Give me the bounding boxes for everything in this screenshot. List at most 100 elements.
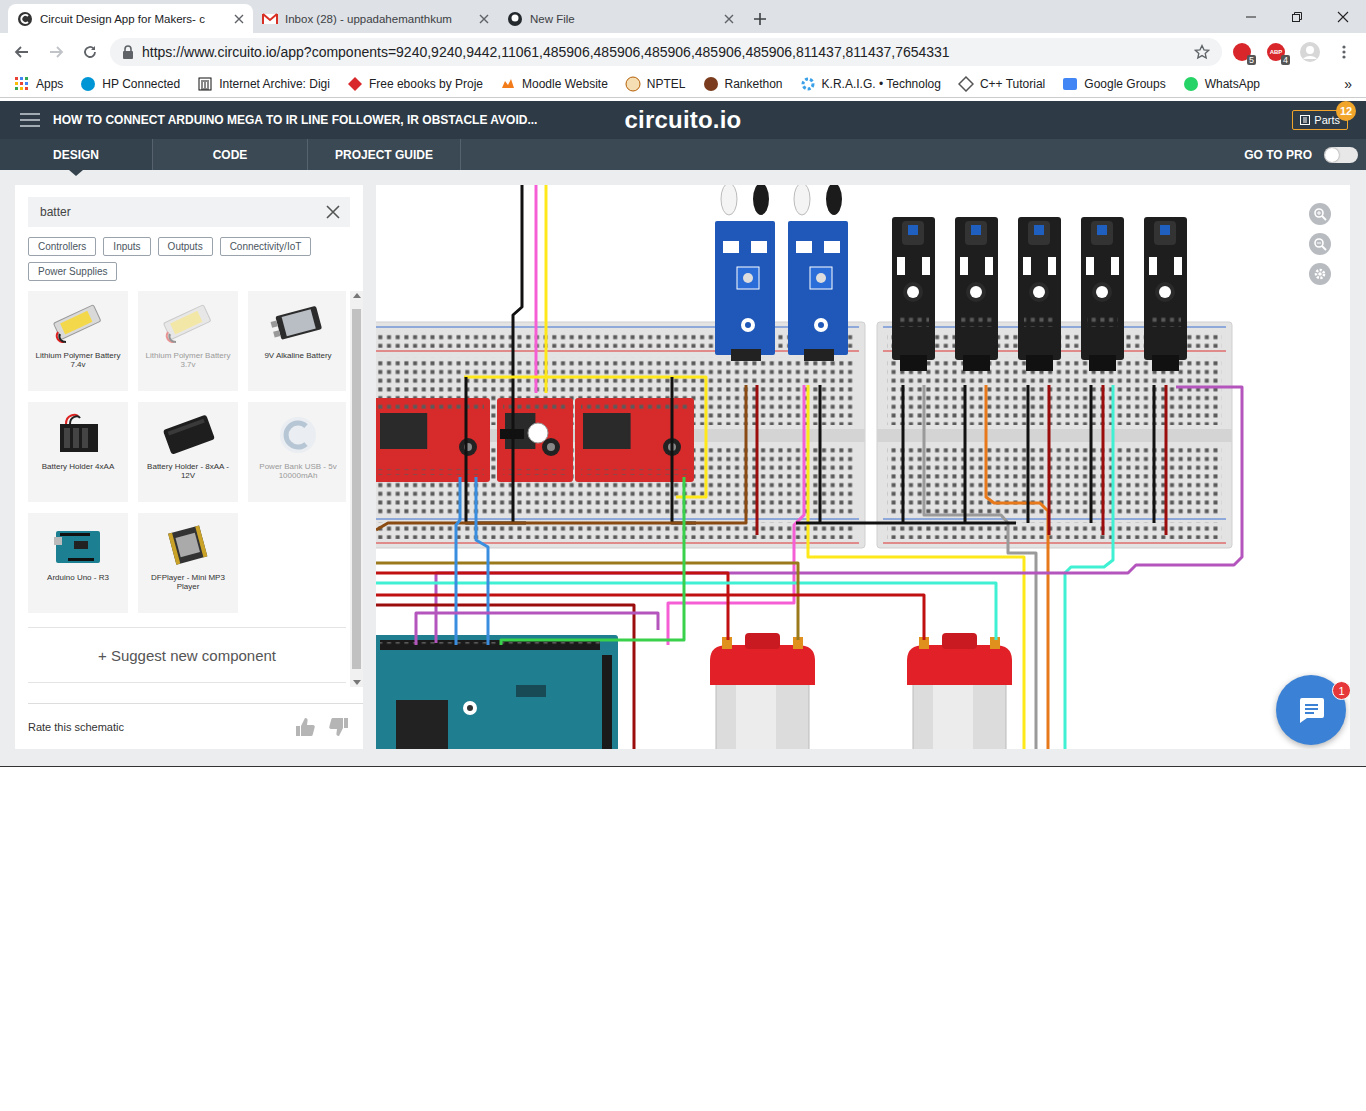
wire[interactable] — [416, 613, 658, 645]
wire[interactable] — [1090, 385, 1093, 523]
clear-icon[interactable] — [326, 205, 340, 219]
bookmark-icon[interactable] — [958, 76, 974, 92]
back-icon[interactable] — [14, 44, 30, 60]
filter-chip[interactable]: Controllers — [28, 237, 96, 256]
search-field[interactable]: batter — [28, 197, 350, 227]
more-bookmarks[interactable]: » — [1344, 76, 1352, 92]
hamburger-icon[interactable] — [20, 113, 40, 127]
wire[interactable] — [513, 185, 522, 523]
bookmark-label[interactable]: Google Groups — [1084, 77, 1165, 91]
bookmark-label[interactable]: HP Connected — [102, 77, 180, 91]
go-to-pro-label[interactable]: GO TO PRO — [1244, 148, 1312, 162]
component-image-icon[interactable] — [158, 299, 218, 349]
bookmark-icon[interactable] — [1062, 76, 1078, 92]
bookmark-label[interactable]: K.R.A.I.G. • Technolog — [822, 77, 941, 91]
wire[interactable] — [808, 385, 1024, 749]
nav-tab[interactable]: PROJECT GUIDE — [308, 139, 461, 170]
filter-chip[interactable]: Connectivity/IoT — [220, 237, 312, 256]
wire[interactable] — [1153, 385, 1156, 523]
bookmark-label[interactable]: NPTEL — [647, 77, 686, 91]
nav-button[interactable] — [42, 38, 70, 66]
tab-title[interactable]: Inbox (28) - uppadahemanthkum — [285, 13, 472, 25]
new-tab-button[interactable] — [743, 4, 777, 33]
nav-tab-label[interactable]: CODE — [213, 148, 248, 162]
gear-icon[interactable] — [1313, 267, 1327, 281]
extension-button[interactable]: 5 — [1228, 38, 1256, 66]
wire[interactable] — [376, 385, 746, 530]
component-name[interactable]: Battery Holder 4xAA — [38, 460, 118, 471]
browser-tab[interactable]: Inbox (28) - uppadahemanthkum — [253, 4, 498, 33]
component-name[interactable]: Power Bank USB - 5v 10000mAh — [248, 460, 346, 480]
bookmark[interactable]: Free ebooks by Proje — [347, 76, 483, 92]
bookmark-label[interactable]: Free ebooks by Proje — [369, 77, 483, 91]
wire[interactable] — [464, 377, 706, 497]
bookmark[interactable]: NPTEL — [625, 76, 686, 92]
list-icon[interactable] — [1300, 115, 1310, 125]
component-name[interactable]: Arduino Uno - R3 — [43, 571, 113, 582]
component-card[interactable]: Lithium Polymer Battery 7.4v — [28, 291, 128, 391]
canvas-tool-button[interactable] — [1309, 203, 1331, 225]
component-image-icon[interactable] — [48, 299, 108, 349]
component-name[interactable]: Battery Holder - 8xAA - 12V — [138, 460, 238, 480]
component-image-icon[interactable] — [268, 410, 328, 460]
component-card[interactable]: Arduino Uno - R3 — [28, 513, 128, 613]
parts-label[interactable]: Parts — [1314, 114, 1340, 126]
canvas-tool-button[interactable] — [1309, 263, 1331, 285]
url[interactable]: https://www.circuito.io/app?components=9… — [142, 44, 1186, 60]
bookmark-icon[interactable] — [703, 76, 719, 92]
restore-icon[interactable] — [1291, 11, 1303, 23]
bookmark-icon[interactable] — [14, 76, 30, 92]
wire[interactable] — [756, 385, 759, 535]
wire[interactable] — [476, 477, 488, 645]
bookmark[interactable]: Internet Archive: Digi — [197, 76, 330, 92]
nav-tab-label[interactable]: PROJECT GUIDE — [335, 148, 433, 162]
component-card[interactable]: Lithium Polymer Battery 3.7v — [138, 291, 238, 391]
bookmark[interactable]: K.R.A.I.G. • Technolog — [800, 76, 941, 92]
wire[interactable] — [668, 385, 804, 645]
close-icon[interactable] — [234, 14, 244, 24]
bookmark[interactable]: C++ Tutorial — [958, 76, 1045, 92]
zoom-in-icon[interactable] — [1313, 207, 1327, 221]
wire[interactable] — [535, 185, 538, 393]
pro-toggle[interactable] — [1324, 147, 1358, 163]
parts-button[interactable]: Parts12 — [1292, 110, 1348, 130]
bookmark-label[interactable]: Moodle Website — [522, 77, 608, 91]
wire[interactable] — [796, 522, 1016, 525]
wire[interactable] — [902, 385, 905, 523]
component-card[interactable]: Power Bank USB - 5v 10000mAh — [248, 402, 346, 502]
menu-button[interactable] — [1330, 38, 1358, 66]
nav-tab-label[interactable]: DESIGN — [53, 148, 99, 162]
star-icon[interactable] — [1194, 44, 1210, 60]
wire[interactable] — [376, 595, 924, 640]
close-icon[interactable] — [479, 14, 489, 24]
suggest-component-button[interactable]: + Suggest new component — [28, 627, 346, 683]
profile-icon[interactable] — [1299, 41, 1321, 63]
wire[interactable] — [1165, 385, 1168, 535]
nav-tab[interactable]: CODE — [153, 139, 308, 170]
browser-tab[interactable]: New File — [498, 4, 743, 33]
scroll-down-icon[interactable] — [353, 680, 361, 685]
canvas-tool-button[interactable] — [1309, 233, 1331, 255]
more-icon[interactable] — [1342, 44, 1346, 60]
chat-icon[interactable] — [1297, 697, 1325, 723]
wire[interactable] — [456, 477, 460, 645]
bookmark[interactable]: WhatsApp — [1183, 76, 1260, 92]
zoom-out-icon[interactable] — [1313, 237, 1327, 251]
wire[interactable] — [986, 385, 1048, 749]
wire[interactable] — [819, 385, 822, 523]
bookmark-icon[interactable] — [347, 76, 363, 92]
bookmark-icon[interactable] — [1183, 76, 1199, 92]
address-bar[interactable]: https://www.circuito.io/app?components=9… — [110, 38, 1222, 66]
component-image-icon[interactable] — [48, 521, 108, 571]
nav-button[interactable] — [76, 38, 104, 66]
bookmark[interactable]: HP Connected — [80, 76, 180, 92]
reload-icon[interactable] — [82, 44, 98, 60]
component-card[interactable]: 9V Alkaline Battery — [248, 291, 346, 391]
scrollbar[interactable] — [350, 291, 363, 687]
wire[interactable] — [964, 385, 967, 523]
wire[interactable] — [376, 563, 798, 640]
wire[interactable] — [924, 385, 1036, 749]
component-image-icon[interactable] — [158, 410, 218, 460]
forward-icon[interactable] — [48, 44, 64, 60]
bookmark[interactable]: Apps — [14, 76, 63, 92]
